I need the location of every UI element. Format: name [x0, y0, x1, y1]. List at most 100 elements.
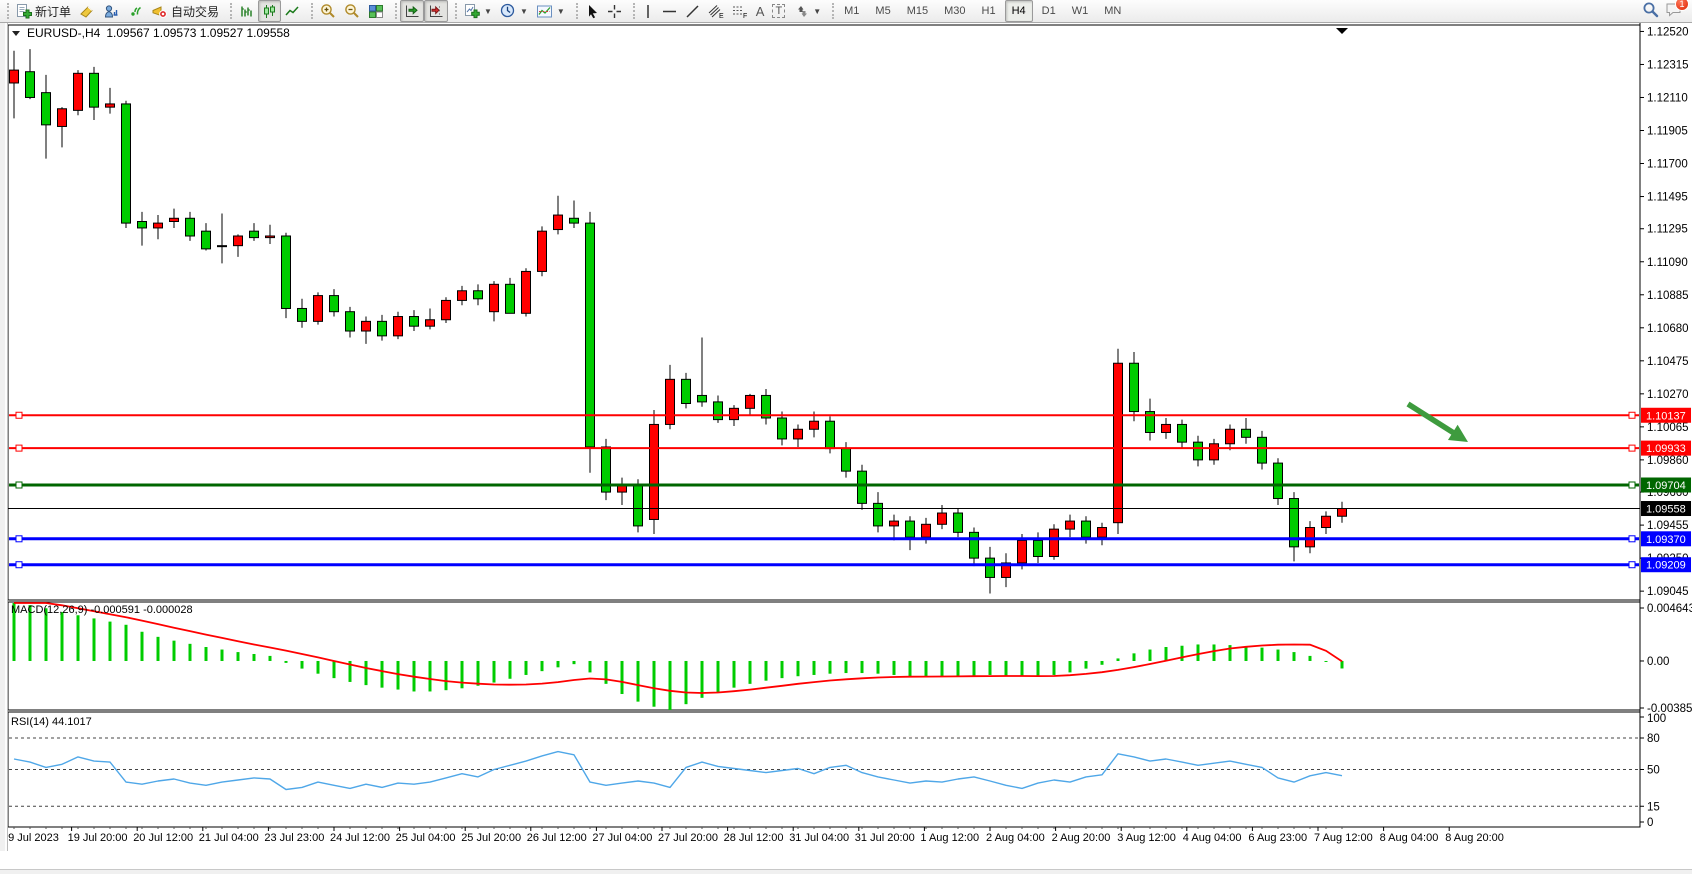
timeframe-button-w1[interactable]: W1 — [1065, 0, 1096, 22]
tile-windows-button[interactable] — [364, 0, 388, 22]
cursor-tool-button[interactable] — [581, 0, 603, 22]
horizontal-line-tool-button[interactable] — [658, 0, 681, 22]
bear-candle — [1082, 521, 1091, 537]
timeframe-button-d1[interactable]: D1 — [1035, 0, 1063, 22]
bear-candle — [346, 312, 355, 331]
new-chart-button[interactable]: ▼ — [460, 0, 496, 22]
macd-histogram-bar — [77, 615, 80, 661]
timeframe-button-m5[interactable]: M5 — [868, 0, 897, 22]
line-anchor-handle[interactable] — [1629, 412, 1635, 418]
rsi-tick-label: 0 — [1647, 817, 1653, 829]
bull-candle — [1338, 509, 1347, 517]
periods-button[interactable]: ▼ — [496, 0, 532, 22]
timeframe-button-h4[interactable]: H4 — [1005, 0, 1033, 22]
line-anchor-handle[interactable] — [1629, 562, 1635, 568]
toolbar-right: 1 — [1642, 1, 1692, 21]
line-anchor-handle[interactable] — [1629, 536, 1635, 542]
toolbar-grip[interactable] — [225, 3, 232, 19]
candlestick-chart-button[interactable] — [258, 0, 281, 22]
price-badge-value: 1.10137 — [1646, 410, 1686, 422]
line-anchor-handle[interactable] — [16, 536, 22, 542]
time-axis[interactable]: 19 Jul 202319 Jul 20:0020 Jul 12:0021 Ju… — [2, 827, 1504, 844]
bull-candle — [1066, 521, 1075, 529]
toolbar-grip[interactable] — [571, 3, 578, 19]
chart-canvas[interactable]: 1.125201.123151.121101.119051.117001.114… — [0, 22, 1692, 851]
price-tick-label: 1.09455 — [1647, 520, 1689, 532]
macd-histogram-bar — [125, 625, 128, 661]
bull-candle — [794, 429, 803, 439]
macd-histogram-bar — [1341, 661, 1344, 668]
bear-candle — [202, 231, 211, 249]
price-tick-label: 1.09860 — [1647, 455, 1689, 467]
price-tick-label: 1.12315 — [1647, 59, 1689, 71]
bear-candle — [1130, 363, 1139, 411]
equidistant-channel-tool-button[interactable]: E — [704, 0, 728, 22]
bear-candle — [42, 93, 51, 125]
toolbar-grip[interactable] — [306, 3, 313, 19]
timeframe-button-m1[interactable]: M1 — [837, 0, 866, 22]
macd-histogram-bar — [157, 637, 160, 661]
line-anchor-handle[interactable] — [16, 482, 22, 488]
strategy-tester-button[interactable] — [99, 0, 123, 22]
text-label-tool-button[interactable]: T — [768, 0, 789, 22]
zoom-out-icon — [344, 3, 360, 19]
price-badge-value: 1.09370 — [1646, 534, 1686, 546]
status-bar — [0, 869, 1692, 874]
trendline-tool-button[interactable] — [681, 0, 704, 22]
crosshair-tool-button[interactable] — [603, 0, 626, 22]
chart-shift-button[interactable] — [424, 0, 448, 22]
line-chart-button[interactable] — [281, 0, 304, 22]
bar-chart-button[interactable] — [235, 0, 258, 22]
line-anchor-handle[interactable] — [16, 412, 22, 418]
toolbar-grip[interactable] — [450, 3, 457, 19]
bull-candle — [74, 73, 83, 110]
zoom-in-button[interactable] — [316, 0, 340, 22]
vertical-line-tool-button[interactable] — [638, 0, 658, 22]
new-order-button[interactable]: 新订单 — [12, 0, 75, 22]
macd-histogram-bar — [589, 661, 592, 672]
timeframe-button-h1[interactable]: H1 — [975, 0, 1003, 22]
bear-candle — [634, 484, 643, 526]
bull-candle — [314, 296, 323, 322]
toolbar-grip[interactable] — [628, 3, 635, 19]
line-anchor-handle[interactable] — [16, 445, 22, 451]
macd-histogram-bar — [941, 661, 944, 677]
macd-tick-label: 0.004643 — [1647, 603, 1692, 615]
fibonacci-tool-button[interactable]: F — [728, 0, 752, 22]
text-tool-button[interactable]: A — [752, 0, 769, 22]
autotrading-button[interactable]: 自动交易 — [147, 0, 223, 22]
bear-candle — [122, 104, 131, 223]
toolbar-grip[interactable] — [2, 3, 9, 19]
zoom-out-button[interactable] — [340, 0, 364, 22]
search-icon[interactable] — [1642, 1, 1659, 21]
bull-candle — [922, 524, 931, 537]
chat-button[interactable]: 1 — [1665, 1, 1684, 21]
text-label-tool-icon: T — [772, 4, 785, 18]
toolbar-grip[interactable] — [827, 3, 834, 19]
price-panel[interactable] — [8, 25, 1640, 600]
timeframe-button-m30[interactable]: M30 — [937, 0, 972, 22]
bear-candle — [26, 72, 35, 98]
timeframe-button-m15[interactable]: M15 — [900, 0, 935, 22]
signals-button[interactable] — [123, 0, 147, 22]
toolbar-grip[interactable] — [390, 3, 397, 19]
macd-histogram-bar — [557, 661, 560, 667]
macd-histogram-bar — [1021, 661, 1024, 676]
arrows-tool-button[interactable]: ▼ — [789, 0, 825, 22]
line-anchor-handle[interactable] — [1629, 445, 1635, 451]
timeframe-button-mn[interactable]: MN — [1097, 0, 1128, 22]
line-anchor-handle[interactable] — [16, 562, 22, 568]
line-anchor-handle[interactable] — [1629, 482, 1635, 488]
macd-histogram-bar — [573, 661, 576, 664]
cleanup-button[interactable] — [75, 0, 99, 22]
auto-scroll-button[interactable] — [400, 0, 424, 22]
time-axis-label: 24 Jul 12:00 — [330, 832, 390, 844]
bull-candle — [106, 104, 115, 107]
macd-histogram-bar — [237, 652, 240, 661]
bull-candle — [1018, 540, 1027, 563]
macd-histogram-bar — [317, 661, 320, 674]
indicators-button[interactable]: ▼ — [532, 0, 569, 22]
macd-histogram-bar — [269, 656, 272, 661]
bear-candle — [570, 218, 579, 223]
price-badge-value: 1.09558 — [1646, 504, 1686, 516]
